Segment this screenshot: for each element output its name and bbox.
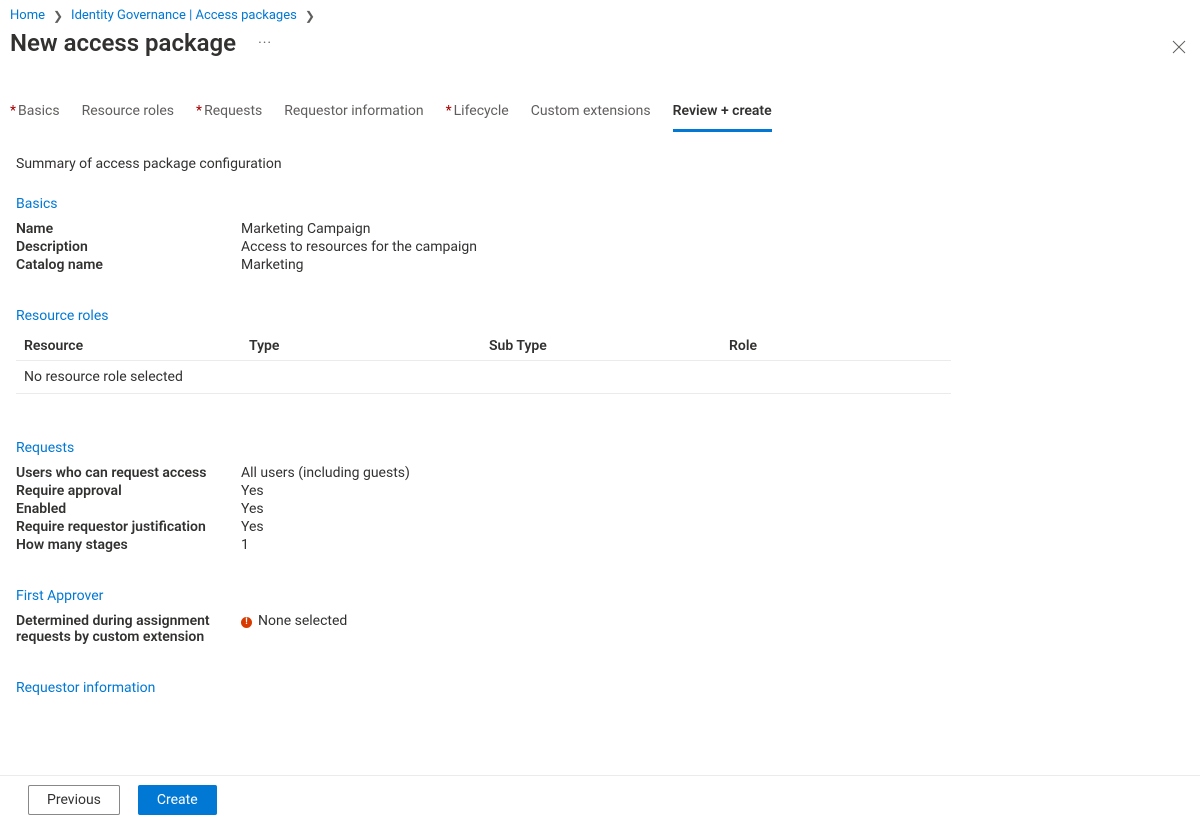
page-root: Home ❯ Identity Governance | Access pack… xyxy=(0,0,1200,823)
label-enabled: Enabled xyxy=(16,500,241,518)
wizard-footer: Previous Create xyxy=(0,775,1200,823)
label-determined-by-ext: Determined during assignment requests by… xyxy=(16,612,241,646)
tab-resource-roles[interactable]: Resource roles xyxy=(82,99,174,132)
chevron-right-icon: ❯ xyxy=(303,9,317,23)
label-approval: Require approval xyxy=(16,482,241,500)
tab-basics[interactable]: *Basics xyxy=(10,99,60,132)
content-area[interactable]: Summary of access package configuration … xyxy=(0,132,1200,719)
value-catalog: Marketing xyxy=(241,256,304,274)
table-header: Resource Type Sub Type Role xyxy=(16,332,951,361)
warning-icon: ! xyxy=(241,617,252,628)
requests-kv: Users who can request access All users (… xyxy=(16,464,1184,554)
tab-requestor-information[interactable]: Requestor information xyxy=(284,99,423,132)
previous-button[interactable]: Previous xyxy=(28,785,120,815)
col-resource: Resource xyxy=(24,338,249,354)
label-name: Name xyxy=(16,220,241,238)
table-empty-row: No resource role selected xyxy=(16,361,951,394)
section-heading-first-approver: First Approver xyxy=(16,588,1184,604)
close-icon xyxy=(1172,40,1186,54)
col-role: Role xyxy=(729,338,943,354)
col-type: Type xyxy=(249,338,489,354)
summary-intro: Summary of access package configuration xyxy=(16,156,1184,172)
label-justification: Require requestor justification xyxy=(16,518,241,536)
section-heading-requestor-info: Requestor information xyxy=(16,680,1184,696)
value-determined-by-ext: !None selected xyxy=(241,612,347,646)
create-button[interactable]: Create xyxy=(138,785,217,815)
wizard-tabs: *Basics Resource roles *Requests Request… xyxy=(0,65,1200,132)
section-heading-basics: Basics xyxy=(16,196,1184,212)
label-catalog: Catalog name xyxy=(16,256,241,274)
breadcrumb-home[interactable]: Home xyxy=(10,8,45,23)
label-who: Users who can request access xyxy=(16,464,241,482)
section-heading-requests: Requests xyxy=(16,440,1184,456)
label-description: Description xyxy=(16,238,241,256)
resource-roles-table: Resource Type Sub Type Role No resource … xyxy=(16,332,951,394)
value-stages: 1 xyxy=(241,536,249,554)
chevron-right-icon: ❯ xyxy=(51,9,65,23)
label-stages: How many stages xyxy=(16,536,241,554)
close-button[interactable] xyxy=(1172,40,1186,54)
value-approval: Yes xyxy=(241,482,264,500)
tab-lifecycle[interactable]: *Lifecycle xyxy=(446,99,509,132)
more-actions-button[interactable]: ··· xyxy=(258,36,272,50)
title-bar: New access package ··· xyxy=(0,27,1200,65)
tab-custom-extensions[interactable]: Custom extensions xyxy=(531,99,651,132)
empty-text: No resource role selected xyxy=(24,369,183,385)
col-subtype: Sub Type xyxy=(489,338,729,354)
sub-heading-questions: Questions xyxy=(16,718,1184,719)
tab-requests[interactable]: *Requests xyxy=(196,99,262,132)
breadcrumb-igap[interactable]: Identity Governance | Access packages xyxy=(71,8,297,23)
first-approver-kv: Determined during assignment requests by… xyxy=(16,612,1184,646)
breadcrumb: Home ❯ Identity Governance | Access pack… xyxy=(0,0,1200,27)
tab-review-create[interactable]: Review + create xyxy=(673,99,772,132)
value-enabled: Yes xyxy=(241,500,264,518)
value-name: Marketing Campaign xyxy=(241,220,371,238)
value-description: Access to resources for the campaign xyxy=(241,238,477,256)
value-justification: Yes xyxy=(241,518,264,536)
basics-kv: Name Marketing Campaign Description Acce… xyxy=(16,220,1184,274)
value-who: All users (including guests) xyxy=(241,464,410,482)
section-heading-resource-roles: Resource roles xyxy=(16,308,1184,324)
page-title: New access package xyxy=(10,29,236,57)
